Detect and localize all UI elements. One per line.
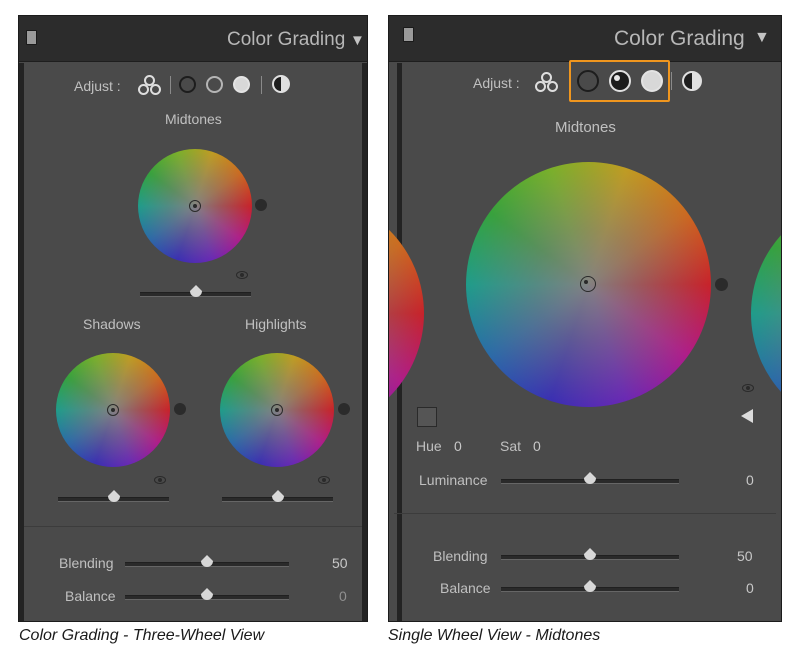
- eye-icon[interactable]: [318, 476, 330, 484]
- wheel-handle-dot[interactable]: [255, 199, 267, 211]
- slider-thumb[interactable]: [201, 555, 213, 567]
- shadows-color-wheel[interactable]: [56, 353, 170, 467]
- blending-value[interactable]: 50: [737, 548, 753, 564]
- slider-thumb[interactable]: [107, 490, 120, 502]
- color-grading-panel-single-wheel: Color Grading ▼ Adjust : Midtones Hue 0 …: [388, 15, 782, 622]
- panel-title: Color Grading: [614, 27, 745, 50]
- previous-color-wheel[interactable]: [389, 196, 424, 431]
- caption-three-wheel: Color Grading - Three-Wheel View: [19, 627, 265, 644]
- adjust-label: Adjust :: [473, 75, 520, 91]
- next-color-wheel[interactable]: [751, 196, 781, 431]
- eye-icon[interactable]: [742, 384, 754, 392]
- wheel-center-target[interactable]: [189, 200, 201, 212]
- balance-slider[interactable]: [125, 588, 289, 602]
- balance-value[interactable]: 0: [746, 580, 754, 596]
- highlights-wheel-mode-icon[interactable]: [233, 76, 250, 93]
- midtones-label: Midtones: [165, 111, 222, 127]
- collapse-triangle-icon[interactable]: ▼: [350, 32, 365, 49]
- half-circle-icon[interactable]: [272, 75, 290, 93]
- slider-thumb[interactable]: [584, 548, 596, 560]
- wheel-center-target[interactable]: [580, 276, 596, 292]
- wheel-center-target[interactable]: [271, 404, 283, 416]
- slider-thumb[interactable]: [271, 490, 284, 502]
- highlights-color-wheel[interactable]: [220, 353, 334, 467]
- panel-title: Color Grading: [227, 29, 346, 50]
- midtones-luminance-slider[interactable]: [140, 285, 251, 299]
- highlights-wheel-mode-icon[interactable]: [641, 70, 663, 92]
- caption-single-wheel: Single Wheel View - Midtones: [388, 627, 601, 644]
- separator: [261, 76, 262, 94]
- panel-square-icon[interactable]: [403, 27, 414, 42]
- midtones-wheel-mode-icon[interactable]: [206, 76, 223, 93]
- wheel-center-target[interactable]: [107, 404, 119, 416]
- shadows-wheel-mode-icon[interactable]: [179, 76, 196, 93]
- midtones-color-wheel[interactable]: [466, 162, 711, 407]
- wheel-handle-dot[interactable]: [338, 403, 350, 415]
- slider-thumb[interactable]: [584, 472, 596, 484]
- balance-label: Balance: [65, 588, 116, 604]
- blending-slider[interactable]: [125, 555, 289, 569]
- panel-right-edge: [362, 63, 367, 621]
- blending-label: Blending: [433, 548, 488, 564]
- panel-left-edge: [19, 63, 24, 621]
- three-circles-icon[interactable]: [138, 75, 161, 95]
- highlights-luminance-slider[interactable]: [222, 490, 333, 504]
- luminance-label: Luminance: [419, 472, 488, 488]
- slider-thumb[interactable]: [584, 580, 596, 592]
- collapse-triangle-icon[interactable]: ▼: [754, 29, 770, 47]
- blending-label: Blending: [59, 555, 114, 571]
- wheel-handle-dot[interactable]: [174, 403, 186, 415]
- luminance-value[interactable]: 0: [746, 472, 754, 488]
- eye-icon[interactable]: [236, 271, 248, 279]
- balance-value[interactable]: 0: [339, 588, 347, 604]
- separator: [170, 76, 171, 94]
- blending-value[interactable]: 50: [332, 555, 348, 571]
- section-divider: [394, 513, 776, 514]
- highlights-label: Highlights: [245, 316, 307, 332]
- color-grading-panel-three-wheel: Color Grading ▼ Adjust : Midtones Shadow…: [18, 15, 368, 622]
- panel-header[interactable]: Color Grading ▼: [19, 16, 367, 62]
- shadows-wheel-mode-icon[interactable]: [577, 70, 599, 92]
- separator: [671, 72, 672, 90]
- section-divider: [24, 526, 362, 527]
- blending-slider[interactable]: [501, 548, 679, 562]
- luminance-slider[interactable]: [501, 472, 679, 486]
- sat-label: Sat: [500, 438, 522, 454]
- color-swatch[interactable]: [417, 407, 437, 427]
- wheel-handle-dot[interactable]: [715, 278, 728, 291]
- balance-label: Balance: [440, 580, 491, 596]
- sat-value[interactable]: 0: [533, 438, 541, 454]
- midtones-wheel-mode-icon[interactable]: [609, 70, 631, 92]
- half-circle-icon[interactable]: [682, 71, 702, 91]
- shadows-luminance-slider[interactable]: [58, 490, 169, 504]
- panel-header[interactable]: Color Grading ▼: [389, 16, 781, 62]
- adjust-label: Adjust :: [74, 78, 121, 94]
- triangle-left-icon[interactable]: [741, 409, 753, 423]
- hue-label: Hue: [416, 438, 442, 454]
- shadows-label: Shadows: [83, 316, 141, 332]
- hue-value[interactable]: 0: [454, 438, 462, 454]
- eye-icon[interactable]: [154, 476, 166, 484]
- slider-thumb[interactable]: [201, 588, 213, 600]
- midtones-color-wheel[interactable]: [138, 149, 252, 263]
- balance-slider[interactable]: [501, 580, 679, 594]
- three-circles-icon[interactable]: [535, 72, 558, 92]
- slider-thumb[interactable]: [189, 285, 202, 297]
- panel-square-icon[interactable]: [26, 30, 37, 45]
- midtones-label: Midtones: [555, 119, 616, 136]
